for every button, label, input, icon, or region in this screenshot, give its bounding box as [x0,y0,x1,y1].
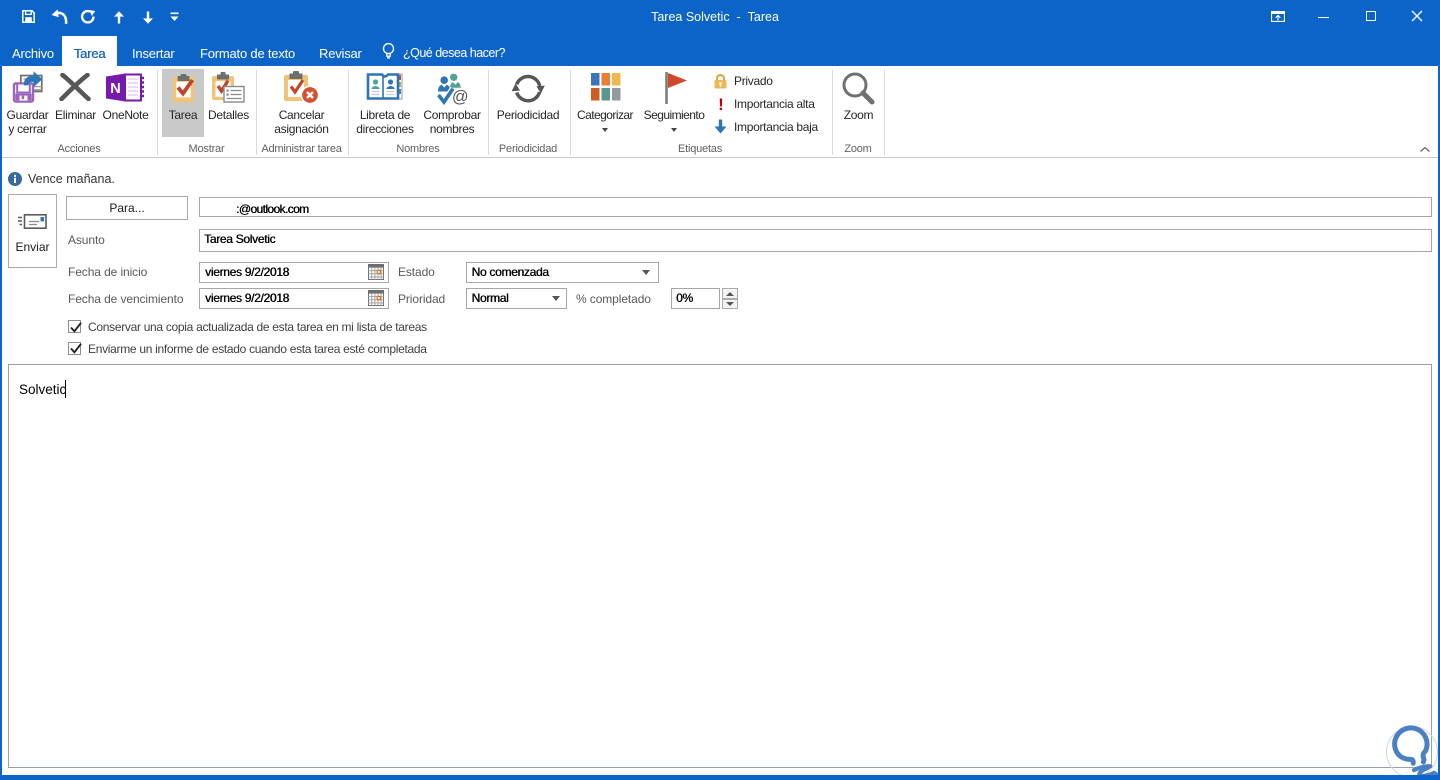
svg-text:@: @ [452,88,469,105]
svg-text:N: N [110,81,120,97]
